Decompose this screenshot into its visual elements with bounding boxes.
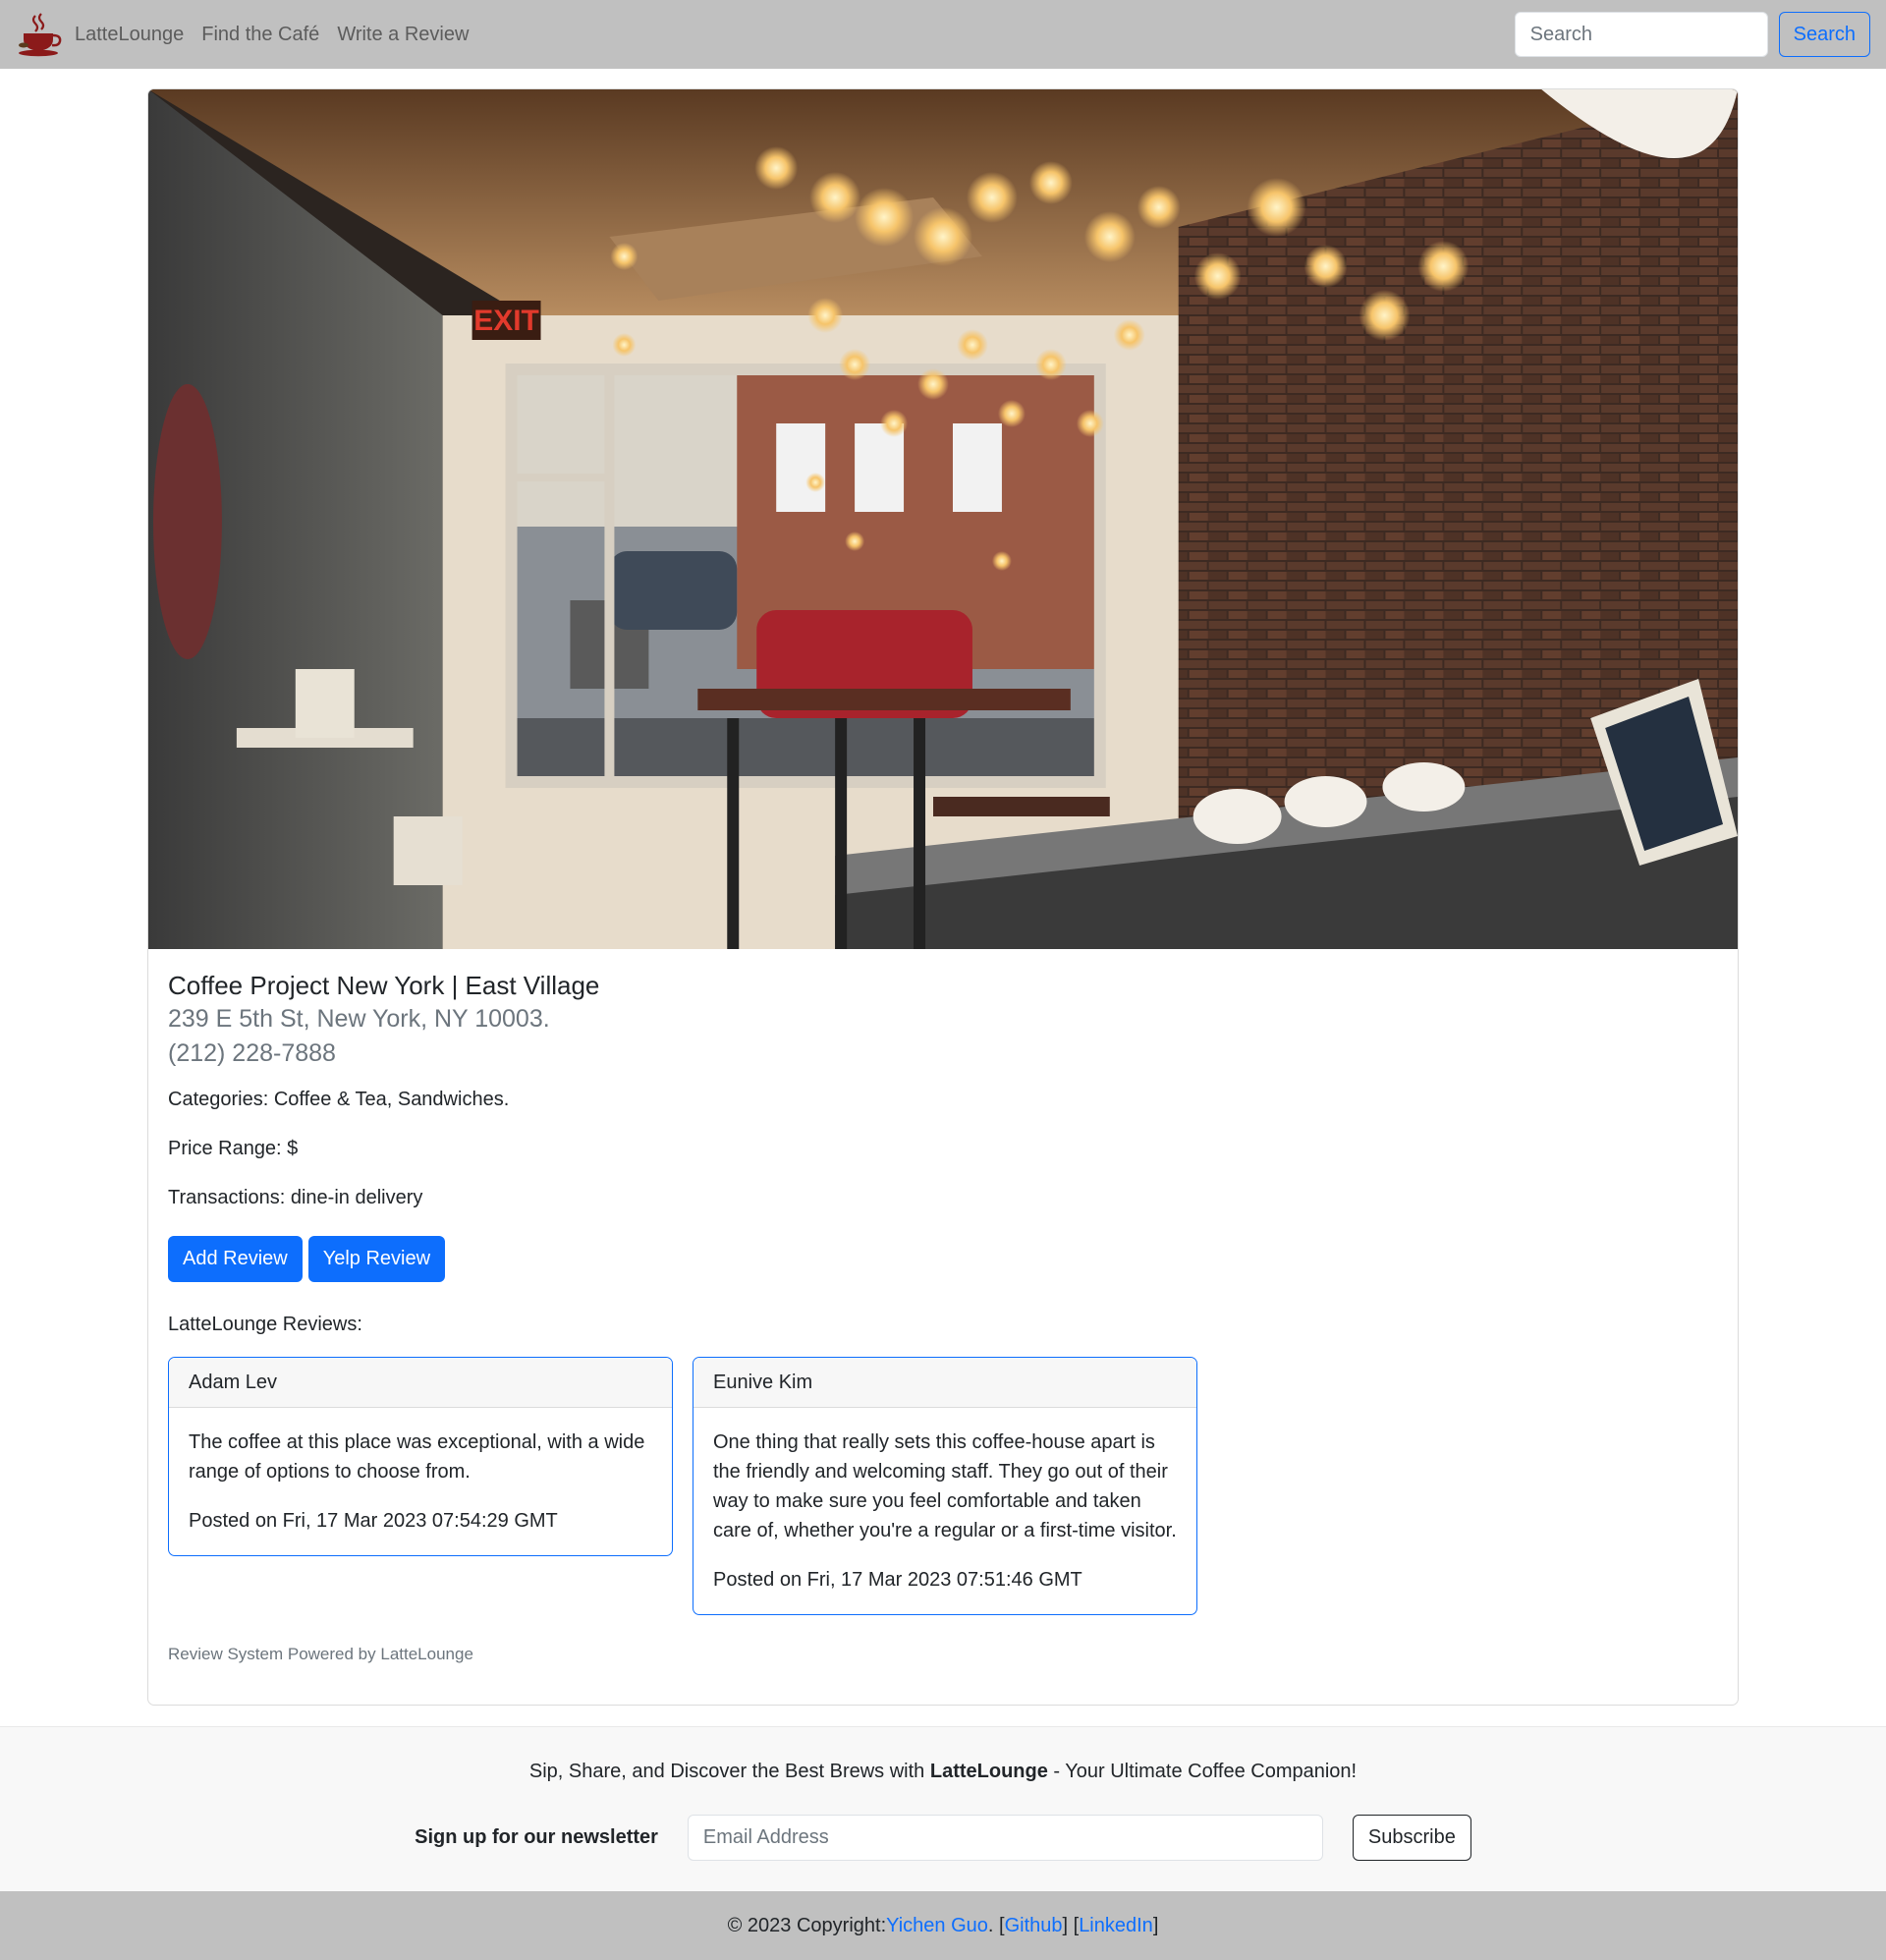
- review-body: One thing that really sets this coffee-h…: [693, 1408, 1196, 1614]
- author-link[interactable]: Yichen Guo: [886, 1915, 988, 1937]
- tagline-post: - Your Ultimate Coffee Companion!: [1047, 1761, 1358, 1782]
- search-input[interactable]: [1514, 12, 1768, 57]
- tagline-brand: LatteLounge: [929, 1761, 1048, 1782]
- newsletter-section: Sip, Share, and Discover the Best Brews …: [0, 1726, 1886, 1891]
- review-actions: Add Review Yelp Review: [168, 1236, 1718, 1282]
- cafe-categories: Categories: Coffee & Tea, Sandwiches.: [168, 1089, 510, 1110]
- reviews-label: LatteLounge Reviews:: [168, 1314, 362, 1335]
- cafe-name: Coffee Project New York | East Village: [168, 971, 600, 1000]
- nav-link-find-cafe[interactable]: Find the Café: [201, 24, 319, 46]
- review-body: The coffee at this place was exceptional…: [169, 1408, 672, 1555]
- review-date: Posted on Fri, 17 Mar 2023 07:54:29 GMT: [189, 1510, 558, 1532]
- review-author: Eunive Kim: [693, 1358, 1196, 1408]
- review-card: Adam Lev The coffee at this place was ex…: [168, 1357, 673, 1556]
- cafe-card: EXIT Coffee Project New York | East Vill…: [147, 88, 1739, 1706]
- linkedin-link[interactable]: LinkedIn: [1079, 1915, 1153, 1937]
- separator: . [: [987, 1914, 1005, 1936]
- copyright-bar: © 2023 Copyright: Yichen Guo. [Github] […: [0, 1891, 1886, 1960]
- brand-link[interactable]: LatteLounge: [75, 24, 184, 46]
- svg-text:EXIT: EXIT: [473, 305, 539, 337]
- navbar: LatteLounge Find the Café Write a Review…: [0, 0, 1886, 69]
- reviews-list: Adam Lev The coffee at this place was ex…: [168, 1357, 1718, 1615]
- cafe-price-range: Price Range: $: [168, 1138, 299, 1159]
- copyright-text: © 2023 Copyright:: [727, 1914, 887, 1936]
- powered-by-text: Review System Powered by LatteLounge: [168, 1645, 473, 1663]
- review-card: Eunive Kim One thing that really sets th…: [693, 1357, 1197, 1615]
- review-text: One thing that really sets this coffee-h…: [713, 1431, 1177, 1541]
- search-button[interactable]: Search: [1778, 12, 1870, 57]
- footer-tagline: Sip, Share, and Discover the Best Brews …: [0, 1761, 1886, 1783]
- review-text: The coffee at this place was exceptional…: [189, 1431, 645, 1483]
- cafe-transactions: Transactions: dine-in delivery: [168, 1187, 423, 1208]
- add-review-button[interactable]: Add Review: [168, 1236, 303, 1282]
- newsletter-label: Sign up for our newsletter: [415, 1826, 658, 1848]
- newsletter-form: Sign up for our newsletter Subscribe: [0, 1815, 1886, 1861]
- review-author: Adam Lev: [169, 1358, 672, 1408]
- subscribe-button[interactable]: Subscribe: [1352, 1815, 1471, 1861]
- cafe-hero-image: EXIT: [148, 89, 1738, 949]
- review-date: Posted on Fri, 17 Mar 2023 07:51:46 GMT: [713, 1569, 1082, 1591]
- github-link[interactable]: Github: [1005, 1915, 1063, 1937]
- separator: ]: [1152, 1914, 1159, 1936]
- email-field[interactable]: [687, 1815, 1323, 1861]
- yelp-review-button[interactable]: Yelp Review: [307, 1236, 446, 1282]
- cafe-phone: (212) 228-7888: [168, 1039, 336, 1067]
- cafe-details: Coffee Project New York | East Village 2…: [148, 949, 1738, 1664]
- cafe-address: 239 E 5th St, New York, NY 10003.: [168, 1005, 550, 1033]
- tagline-pre: Sip, Share, and Discover the Best Brews …: [528, 1761, 930, 1782]
- separator: ] [: [1062, 1914, 1080, 1936]
- nav-link-write-review[interactable]: Write a Review: [337, 24, 469, 46]
- coffee-cup-logo-icon[interactable]: [16, 12, 63, 57]
